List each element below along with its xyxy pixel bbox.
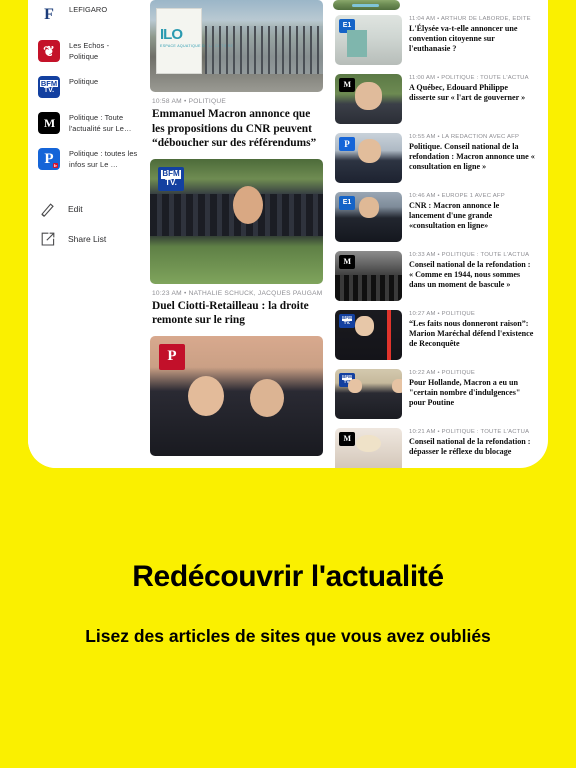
sidebar-item-label: Politique : Toute l'actualité sur Le… xyxy=(69,113,132,133)
list-item-title[interactable]: “Les faits nous donneront raison”: Mario… xyxy=(409,319,536,350)
face-shape xyxy=(250,378,285,417)
list-item-meta: 11:00 AM • POLITIQUE : TOUTE L'ACTUA xyxy=(409,74,529,81)
bfmtv-icon-top: BFM xyxy=(39,79,59,88)
list-item[interactable]: E1 10:46 AM • EUROPE 1 AVEC AFP CNR : Ma… xyxy=(333,187,538,246)
list-item-title[interactable]: CNR : Macron annonce le lancement d'une … xyxy=(409,201,536,232)
stripe-shape xyxy=(387,309,392,360)
leparisien-badge: P xyxy=(339,136,355,151)
ciotti-retailleau-photo: P xyxy=(150,335,323,456)
promo-headline: Redécouvrir l'actualité xyxy=(132,560,444,593)
headlines-column[interactable]: E1 11:04 AM • ARTHUR DE LABORDE, ÉDITE L… xyxy=(331,0,544,468)
list-item-meta: 10:21 AM • POLITIQUE : TOUTE L'ACTUA xyxy=(409,428,530,435)
lemonde-badge: M xyxy=(339,77,355,92)
leparisien-icon: P fr xyxy=(38,148,60,170)
lemonde-badge: M xyxy=(339,431,355,446)
hollande-poutine-thumb: BFM TV. xyxy=(335,368,402,419)
bfmtv-badge-bottom: TV. xyxy=(165,177,177,187)
image-caption-sub: ESPACE AQUATIQUE DE LA COTIERE xyxy=(160,44,234,48)
list-item[interactable]: E1 11:04 AM • ARTHUR DE LABORDE, ÉDITE L… xyxy=(333,10,538,69)
list-item[interactable]: M 10:20 AM • POLITIQUE : TOUTE L'ACTUA E… xyxy=(150,464,323,469)
feed-card[interactable]: BFM TV. 10:23 AM • NATHALIE SCHUCK, JACQ… xyxy=(150,158,323,328)
bfmtv-badge: BFM TV. xyxy=(158,166,184,191)
promo-section: Redécouvrir l'actualité Lisez des articl… xyxy=(0,560,576,649)
feed-meta: 10:23 AM • NATHALIE SCHUCK, JACQUES PAUG… xyxy=(152,289,323,297)
leparisien-badge: P xyxy=(159,343,185,370)
share-list-button[interactable]: Share List xyxy=(28,224,146,254)
feed-card[interactable]: ILO ESPACE AQUATIQUE DE LA COTIERE 10:58… xyxy=(150,0,323,151)
sidebar-item-lefigaro[interactable]: F LEFIGARO xyxy=(28,0,146,32)
feed-column[interactable]: ILO ESPACE AQUATIQUE DE LA COTIERE 10:58… xyxy=(146,0,331,468)
bfmtv-badge-bottom: TV. xyxy=(343,319,351,325)
list-item-meta: 10:55 AM • LA RÉDACTION AVEC AFP xyxy=(409,133,520,140)
list-item-title[interactable]: Politique. Conseil national de la refond… xyxy=(409,142,536,173)
list-item-meta: 10:22 AM • POLITIQUE xyxy=(409,369,476,376)
sidebar-item-lemonde[interactable]: M Politique : Toute l'actualité sur Le… xyxy=(28,108,146,140)
sidebar-item-label: Politique xyxy=(69,77,99,86)
feed-card[interactable]: P xyxy=(150,335,323,456)
bfmtv-badge-bottom: TV. xyxy=(343,378,351,384)
partial-thumb-sliver xyxy=(333,0,538,10)
macron-pointing-thumb: P xyxy=(335,132,402,183)
lemonde-icon: M xyxy=(38,112,60,134)
hospital-corridor-thumb: E1 xyxy=(335,14,402,65)
bfmtv-icon-bottom: TV. xyxy=(43,87,55,94)
chandelier-room-thumb: M xyxy=(335,427,402,468)
list-item[interactable]: BFM TV. 10:22 AM • POLITIQUE Pour Hollan… xyxy=(333,364,538,423)
sidebar-item-leparisien[interactable]: P fr Politique : toutes les infos sur Le… xyxy=(28,144,146,176)
sidebar-item-label: Politique : toutes les infos sur Le … xyxy=(69,149,138,169)
edit-button[interactable]: Edit xyxy=(28,194,146,224)
promo-subhead: Lisez des articles de sites que vous ave… xyxy=(85,626,491,646)
bfmtv-icon: BFM TV. xyxy=(38,76,60,98)
list-item-meta: 10:46 AM • EUROPE 1 AVEC AFP xyxy=(409,192,505,199)
feed-title[interactable]: Duel Ciotti-Retailleau : la droite remon… xyxy=(152,299,323,328)
sidebar-item-label: Les Echos - Politique xyxy=(69,41,110,61)
macron-microphones-thumb: E1 xyxy=(335,191,402,242)
marion-marechal-thumb: BFM TV. xyxy=(335,309,402,360)
face-shape xyxy=(233,186,264,224)
sidebar-item-bfmtv[interactable]: BFM TV. Politique xyxy=(28,72,146,104)
lefigaro-icon: F xyxy=(38,4,60,26)
edit-label: Edit xyxy=(68,204,83,214)
list-item-meta: 11:04 AM • ARTHUR DE LABORDE, ÉDITE xyxy=(409,15,531,22)
list-item[interactable]: M 10:21 AM • POLITIQUE : TOUTE L'ACTUA C… xyxy=(333,423,538,468)
feed-meta: 10:58 AM • POLITIQUE xyxy=(152,98,227,105)
feed-title[interactable]: Emmanuel Macron annonce que les proposit… xyxy=(152,107,323,151)
list-item[interactable]: BFM TV. 10:27 AM • POLITIQUE “Les faits … xyxy=(333,305,538,364)
list-item-title[interactable]: Pour Hollande, Macron a eu un "certain n… xyxy=(409,378,536,409)
edit-pencil-icon xyxy=(40,201,56,217)
list-item-meta: 10:27 AM • POLITIQUE xyxy=(409,310,476,317)
partial-thumb xyxy=(333,0,400,10)
lesechos-icon: ❦ xyxy=(38,40,60,62)
list-item-title[interactable]: L'Élysée va-t-elle annoncer une conventi… xyxy=(409,24,536,55)
ilo-espace-aquatique-photo: ILO ESPACE AQUATIQUE DE LA COTIERE xyxy=(150,0,323,92)
bfmtv-badge: BFM TV. xyxy=(339,313,355,328)
europe1-badge: E1 xyxy=(339,195,355,210)
app-preview-card: F LEFIGARO ❦ Les Echos - Politique BFM T… xyxy=(28,0,548,468)
list-item[interactable]: M 10:33 AM • POLITIQUE : TOUTE L'ACTUA C… xyxy=(333,246,538,305)
edouard-philippe-thumb: M xyxy=(335,73,402,124)
list-item-title[interactable]: Conseil national de la refondation : dép… xyxy=(409,437,536,458)
sidebar-item-label: LEFIGARO xyxy=(69,5,108,14)
europe1-badge: E1 xyxy=(339,18,355,33)
list-item[interactable]: P 10:55 AM • LA RÉDACTION AVEC AFP Polit… xyxy=(333,128,538,187)
sidebar-item-lesechos[interactable]: ❦ Les Echos - Politique xyxy=(28,36,146,68)
image-caption: ILO xyxy=(160,26,183,43)
share-list-label: Share List xyxy=(68,234,107,244)
list-item-title[interactable]: Conseil national de la refondation : « C… xyxy=(409,260,536,291)
list-item[interactable]: M 11:00 AM • POLITIQUE : TOUTE L'ACTUA A… xyxy=(333,69,538,128)
share-arrow-icon xyxy=(40,231,56,247)
macron-bfmtv-photo: BFM TV. xyxy=(150,158,323,284)
leparisien-icon-suffix: fr xyxy=(52,163,58,168)
face-shape xyxy=(188,376,225,417)
lemonde-badge: M xyxy=(339,254,355,269)
archive-1944-bw-thumb: M xyxy=(335,250,402,301)
list-item-title[interactable]: A Québec, Edouard Philippe disserte sur … xyxy=(409,83,536,104)
list-item-meta: 10:33 AM • POLITIQUE : TOUTE L'ACTUA xyxy=(409,251,530,258)
sidebar: F LEFIGARO ❦ Les Echos - Politique BFM T… xyxy=(28,0,146,468)
bfmtv-badge: BFM TV. xyxy=(339,372,355,387)
